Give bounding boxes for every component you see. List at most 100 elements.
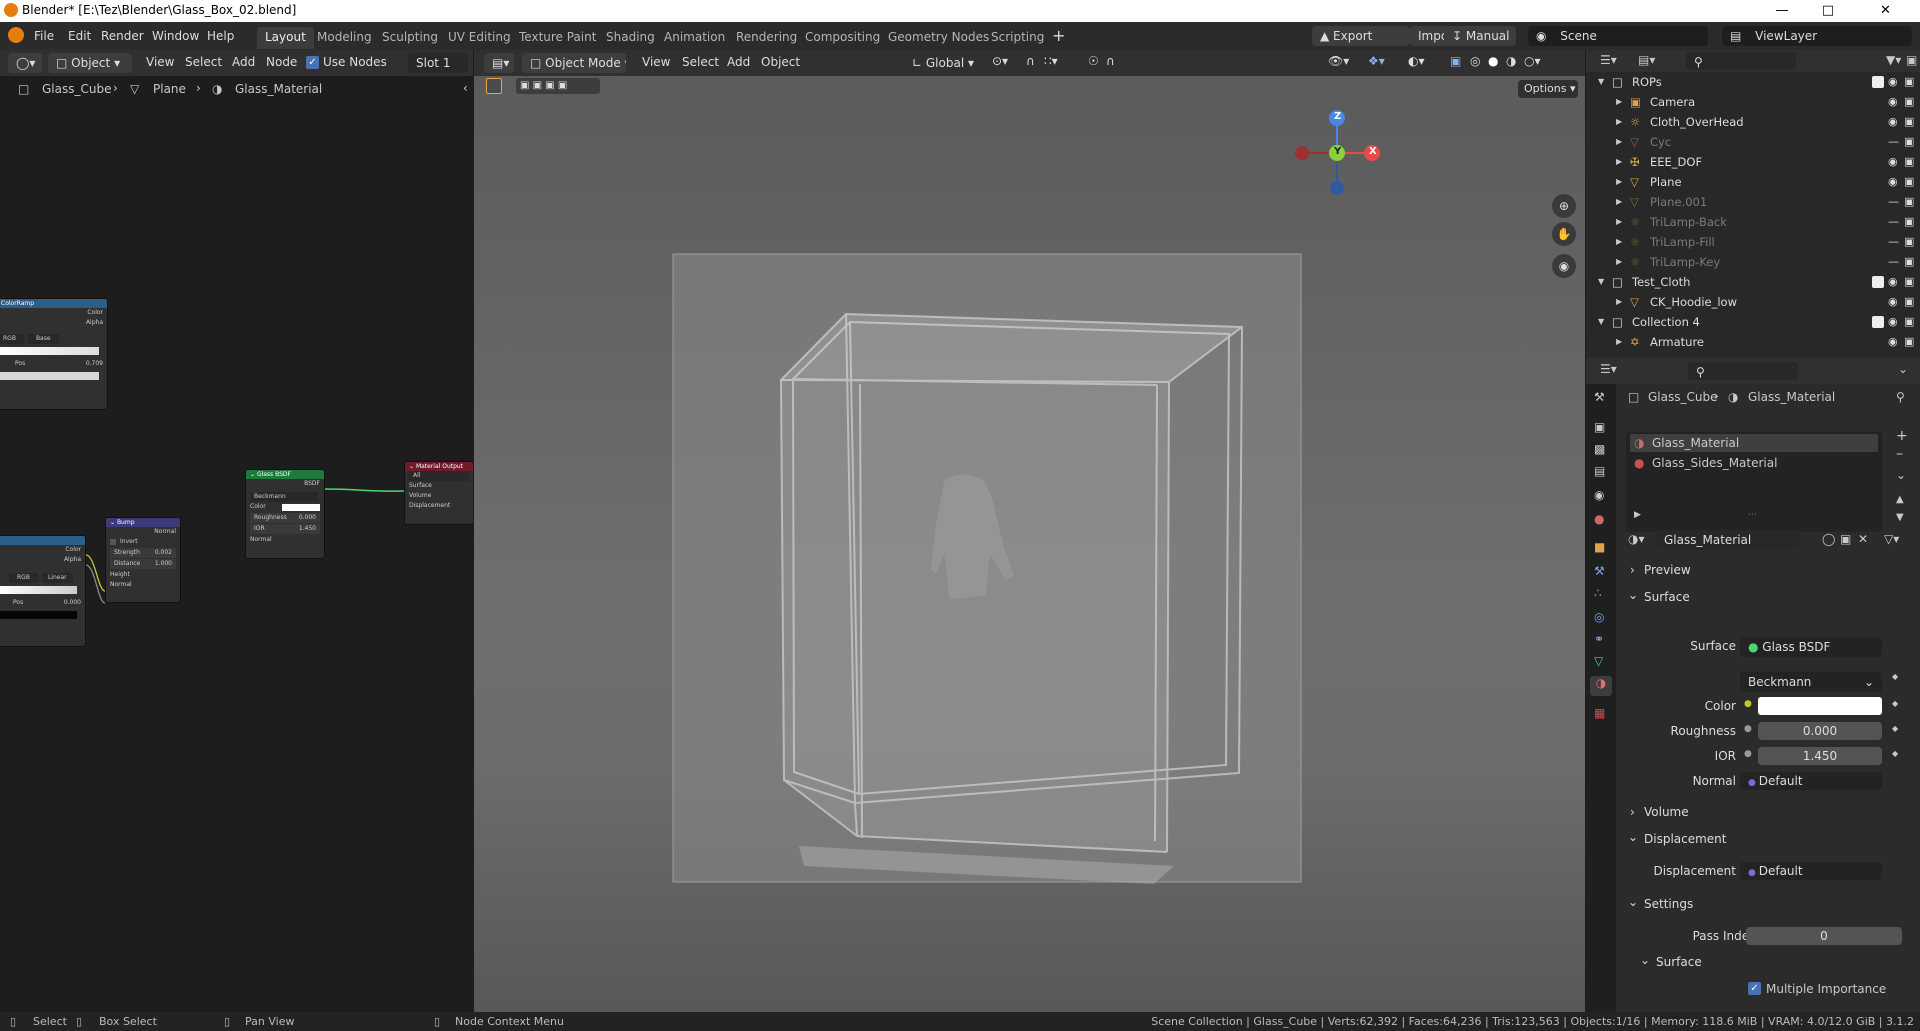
scene-tab-icon[interactable]: ◉ (1594, 488, 1604, 502)
tab-texture-paint[interactable]: Texture Paint (511, 27, 604, 49)
expand-right-icon[interactable]: ▶ (1616, 137, 1622, 146)
outliner-row[interactable]: ▶ ▣ Camera ◉ ▣ (1586, 92, 1920, 112)
surface-shader-field[interactable]: ● Glass BSDF (1740, 637, 1882, 657)
tab-uv-editing[interactable]: UV Editing (440, 27, 519, 49)
expand-right-icon[interactable]: ▶ (1616, 157, 1622, 166)
view-layer-tab-icon[interactable]: ▤ (1594, 464, 1605, 478)
fake-user-icon[interactable]: ◯ (1822, 532, 1835, 546)
add-slot-icon[interactable]: + (1896, 428, 1908, 444)
eye-icon[interactable]: ◉ (1888, 75, 1898, 88)
material-output-node[interactable]: ⌄ Material Output All Surface Volume Dis… (404, 461, 473, 525)
editor-type-icon[interactable]: ☰▾ (1600, 53, 1617, 67)
eye-closed-icon[interactable]: — (1888, 215, 1899, 228)
render-toggle-icon[interactable]: ▣ (1904, 95, 1914, 108)
render-toggle-icon[interactable]: ▣ (1904, 135, 1914, 148)
render-toggle-icon[interactable]: ▣ (1904, 195, 1914, 208)
eye-closed-icon[interactable]: — (1888, 235, 1899, 248)
tab-animation[interactable]: Animation (656, 27, 733, 49)
multiple-importance-checkbox[interactable]: ✓ (1748, 982, 1761, 995)
overlay-icon[interactable]: ◐▾ (1408, 54, 1425, 68)
bump-strength-value[interactable]: 0.002 (155, 548, 172, 558)
render-toggle-icon[interactable]: ▣ (1904, 335, 1914, 348)
tab-layout[interactable]: Layout (257, 27, 314, 49)
outliner-panel[interactable]: ☰▾ ▤▾ ⚲ ▼▾ ▣ ▼ □ ROPs ◉ ▣ ▶ ▣ Camera ◉ ▣ ▶ ☼ Cloth_O… (1586, 50, 1920, 358)
render-toggle-icon[interactable]: ▣ (1904, 215, 1914, 228)
collection-exclude-checkbox[interactable] (1872, 316, 1884, 328)
eye-icon[interactable]: ◉ (1888, 155, 1898, 168)
ramp-gradient[interactable] (0, 347, 99, 355)
maximize-icon[interactable]: □ (1805, 0, 1851, 22)
eye-icon[interactable]: ◉ (1888, 315, 1898, 328)
editor-type-button[interactable]: ▤▾ (484, 53, 514, 73)
outliner-row[interactable]: ▶ ☼ TriLamp-Back — ▣ (1586, 212, 1920, 232)
editor-type-icon[interactable]: ☰▾ (1600, 362, 1617, 376)
transform-orientation-dropdown[interactable]: ∟ Global ▾ (904, 53, 984, 73)
viewport-menu-add[interactable]: Add (727, 55, 750, 69)
output-tab-icon[interactable]: ▩ (1594, 442, 1605, 456)
falloff-icon[interactable]: ∩ (1106, 54, 1115, 68)
eye-closed-icon[interactable]: — (1888, 135, 1899, 148)
add-workspace-icon[interactable]: + (1052, 26, 1065, 45)
roughness-value[interactable]: 0.000 (299, 513, 316, 523)
panel-settings-surface[interactable]: ⌄ Surface (1638, 951, 1908, 975)
expand-down-icon[interactable]: ▼ (1598, 277, 1604, 286)
material-name-field[interactable]: Glass_Material (1656, 530, 1800, 550)
material-slot-list[interactable]: ◑ Glass_Material ● Glass_Sides_Material … (1626, 432, 1882, 532)
panel-surface[interactable]: ⌄ Surface (1626, 586, 1914, 610)
data-tab-icon[interactable]: ▽ (1594, 654, 1603, 668)
distribution-dropdown[interactable]: Beckmann (250, 492, 318, 502)
menu-help[interactable]: Help (207, 29, 234, 43)
distribution-dropdown[interactable]: Beckmann ⌄ (1740, 672, 1882, 692)
eye-icon[interactable]: ◉ (1888, 275, 1898, 288)
ramp-gradient[interactable] (0, 586, 77, 594)
menu-render[interactable]: Render (101, 29, 144, 43)
menu-edit[interactable]: Edit (68, 29, 91, 43)
colorramp-node[interactable]: ColorRamp Color Alpha RGB Base Pos 0.709 (0, 298, 108, 410)
ior-value[interactable]: 1.450 (299, 524, 316, 534)
collection-exclude-checkbox[interactable] (1872, 76, 1884, 88)
resize-handle-icon[interactable]: ⋯ (1748, 510, 1757, 520)
panel-displacement[interactable]: ⌄ Displacement (1626, 828, 1914, 852)
world-tab-icon[interactable]: ● (1594, 512, 1604, 526)
unlink-icon[interactable]: ✕ (1858, 532, 1868, 546)
keyframe-dot-icon[interactable]: ◆ (1892, 672, 1898, 681)
render-tab-icon[interactable]: ▣ (1594, 420, 1605, 434)
outliner-row[interactable]: ▶ ▽ Plane.001 — ▣ (1586, 192, 1920, 212)
move-up-icon[interactable]: ▲ (1896, 494, 1904, 505)
bump-node[interactable]: ⌄ Bump Normal Invert Strength 0.002 Dista… (105, 517, 181, 603)
eye-icon[interactable]: ◉ (1888, 115, 1898, 128)
ramp-pos-value[interactable]: 0.000 (64, 598, 81, 608)
output-target-dropdown[interactable]: All (409, 471, 469, 481)
gizmo-toggle-icon[interactable]: ❖▾ (1368, 54, 1385, 68)
visibility-icon[interactable]: 👁▾ (1328, 54, 1349, 68)
move-down-icon[interactable]: ▼ (1896, 512, 1904, 523)
menu-file[interactable]: File (34, 29, 54, 43)
collection-exclude-checkbox[interactable] (1872, 276, 1884, 288)
tab-sculpting[interactable]: Sculpting (374, 27, 446, 49)
outliner-row[interactable]: ▼ □ Test_Cloth ◉ ▣ (1586, 272, 1920, 292)
proportional-edit-icon[interactable]: ☉ (1088, 54, 1099, 68)
ramp-color-swatch[interactable] (0, 372, 99, 380)
outliner-row[interactable]: ▶ ☼ Cloth_OverHead ◉ ▣ (1586, 112, 1920, 132)
expand-right-icon[interactable]: ▶ (1616, 257, 1622, 266)
minimize-icon[interactable]: — (1759, 0, 1805, 22)
render-toggle-icon[interactable]: ▣ (1904, 235, 1914, 248)
filter-icon[interactable]: ▼▾ (1886, 53, 1901, 67)
expand-right-icon[interactable]: ▶ (1616, 337, 1622, 346)
tab-shading[interactable]: Shading (598, 27, 663, 49)
outliner-row[interactable]: ▼ □ ROPs ◉ ▣ (1586, 72, 1920, 92)
expand-right-icon[interactable]: ▶ (1616, 117, 1622, 126)
viewport-menu-object[interactable]: Object (761, 55, 800, 69)
display-mode-icon[interactable]: ▤▾ (1638, 53, 1655, 67)
object-mode-dropdown[interactable]: □ Object Mode ▾ (522, 53, 626, 73)
snap-target-icon[interactable]: ∷▾ (1044, 54, 1058, 68)
panel-preview[interactable]: › Preview (1626, 559, 1914, 583)
modifier-tab-icon[interactable]: ⚒ (1594, 564, 1605, 578)
outliner-row[interactable]: ▶ ✠ EEE_DOF ◉ ▣ (1586, 152, 1920, 172)
expand-icon[interactable]: ▶ (1634, 510, 1641, 520)
chevron-down-icon[interactable]: ⌄ (1896, 468, 1906, 482)
object-tab-icon[interactable]: ■ (1594, 540, 1605, 554)
panel-volume[interactable]: › Volume (1626, 801, 1914, 825)
render-toggle-icon[interactable]: ▣ (1904, 295, 1914, 308)
menu-window[interactable]: Window (152, 29, 199, 43)
